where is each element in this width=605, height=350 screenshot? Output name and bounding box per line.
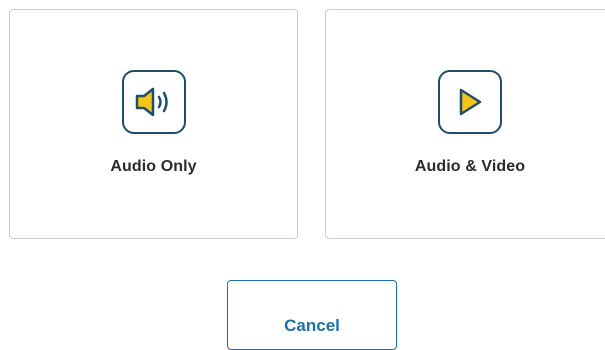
audio-only-option[interactable]: Audio Only bbox=[9, 9, 298, 239]
audio-only-label: Audio Only bbox=[110, 158, 197, 175]
speaker-icon-tile bbox=[121, 70, 186, 134]
speaker-icon bbox=[135, 87, 168, 117]
audio-video-option[interactable]: Audio & Video bbox=[325, 9, 605, 239]
play-icon-tile bbox=[438, 70, 502, 134]
audio-video-label: Audio & Video bbox=[414, 158, 526, 175]
cancel-button[interactable]: Cancel bbox=[227, 280, 397, 350]
play-icon bbox=[459, 88, 482, 116]
